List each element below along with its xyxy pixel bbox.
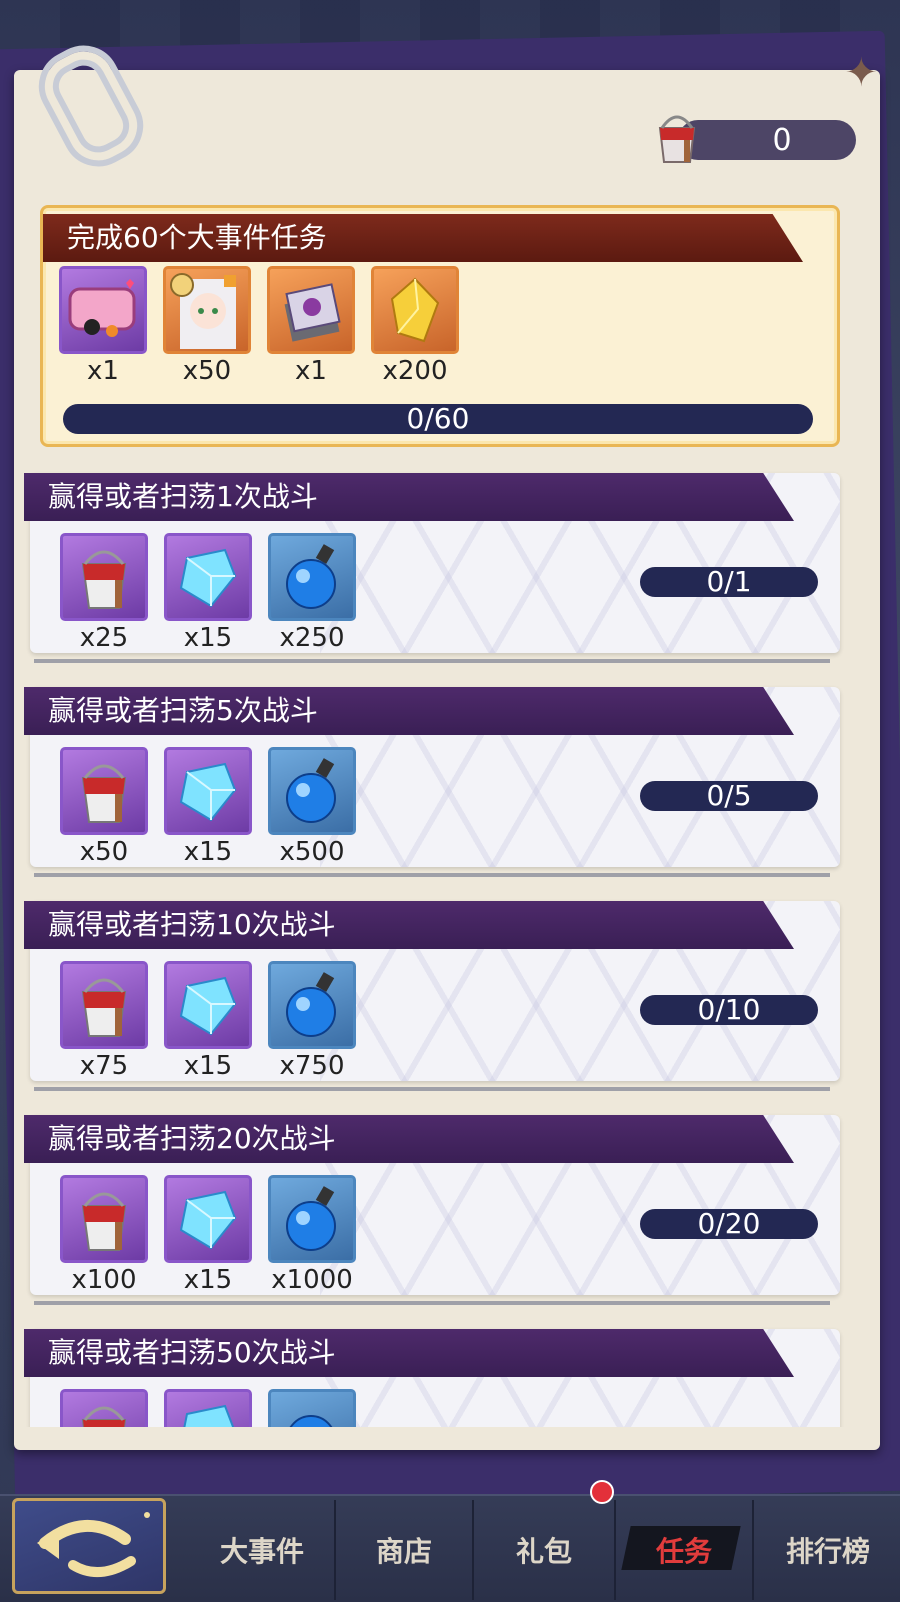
reward-qty: x15: [183, 837, 233, 867]
blue-crystal-icon: [164, 961, 252, 1049]
reward-qty: x50: [79, 837, 129, 867]
paint-bucket-icon: [658, 115, 696, 163]
reward-item[interactable]: x50: [163, 266, 251, 386]
character-shard-icon: [163, 266, 251, 354]
reward-item[interactable]: x1: [59, 266, 147, 386]
potion-flask-icon: [268, 747, 356, 835]
blue-crystal-icon: [164, 747, 252, 835]
main-task-rewards: x1 x50 x1 x200: [59, 266, 459, 386]
task-row: 赢得或者扫荡5次战斗 x50 x15 x500 0/5: [24, 687, 858, 883]
task-rewards: [60, 1389, 356, 1427]
reward-item[interactable]: x200: [371, 266, 459, 386]
task-rewards: x25 x15 x250: [60, 533, 356, 653]
reward-qty: x15: [183, 623, 233, 653]
task-list[interactable]: 完成60个大事件任务 x1 x50 x1 x200 0/60 赢得或者扫荡1次战…: [24, 205, 858, 1427]
reward-item[interactable]: x15: [164, 961, 252, 1081]
tab-tasks[interactable]: 任务: [614, 1500, 752, 1600]
reward-item[interactable]: [268, 1389, 356, 1427]
main-task-progress: 0/60: [63, 404, 813, 434]
reward-qty: x50: [182, 356, 232, 386]
task-title: 赢得或者扫荡1次战斗: [24, 473, 794, 521]
paint-bucket-icon: [60, 1389, 148, 1427]
task-row: 赢得或者扫荡10次战斗 x75 x15 x750 0/10: [24, 901, 858, 1097]
task-progress: 0/5: [640, 781, 818, 811]
reward-qty: x500: [279, 837, 345, 867]
reward-item[interactable]: x75: [60, 961, 148, 1081]
reward-qty: x100: [71, 1265, 137, 1295]
reward-qty: x1000: [271, 1265, 353, 1295]
reward-item[interactable]: x50: [60, 747, 148, 867]
currency-value: 0: [678, 120, 856, 160]
reward-qty: x750: [279, 1051, 345, 1081]
reward-qty: x75: [79, 1051, 129, 1081]
reward-item[interactable]: x250: [268, 533, 356, 653]
blue-crystal-icon: [164, 1175, 252, 1263]
divider: [34, 1087, 830, 1091]
reward-item[interactable]: x1000: [268, 1175, 356, 1295]
paint-bucket-icon: [60, 533, 148, 621]
divider: [34, 659, 830, 663]
reward-item[interactable]: x15: [164, 1175, 252, 1295]
potion-flask-icon: [268, 961, 356, 1049]
reward-item[interactable]: x500: [268, 747, 356, 867]
reward-qty: x250: [279, 623, 345, 653]
reward-item[interactable]: x15: [164, 747, 252, 867]
reward-item[interactable]: x25: [60, 533, 148, 653]
reward-item[interactable]: [60, 1389, 148, 1427]
card-pack-icon: [267, 266, 355, 354]
task-title: 赢得或者扫荡5次战斗: [24, 687, 794, 735]
paint-bucket-icon: [60, 961, 148, 1049]
back-button[interactable]: [12, 1498, 166, 1594]
paint-bucket-icon: [60, 1175, 148, 1263]
main-task-card: 完成60个大事件任务 x1 x50 x1 x200 0/60: [40, 205, 840, 447]
task-rewards: x100 x15 x1000: [60, 1175, 356, 1295]
potion-flask-icon: [268, 1389, 356, 1427]
back-arrow-icon: [37, 1512, 150, 1578]
task-title: 赢得或者扫荡50次战斗: [24, 1329, 794, 1377]
task-progress: 0/1: [640, 567, 818, 597]
reward-item[interactable]: x100: [60, 1175, 148, 1295]
reward-qty: x15: [183, 1051, 233, 1081]
reward-item[interactable]: x1: [267, 266, 355, 386]
tab-leaderboard[interactable]: 排行榜: [752, 1500, 900, 1600]
task-rewards: x75 x15 x750: [60, 961, 356, 1081]
tab-major-event[interactable]: 大事件: [192, 1500, 332, 1600]
divider: [34, 873, 830, 877]
gold-crystal-icon: [371, 266, 459, 354]
star-icon: ✦: [844, 50, 878, 96]
main-task-title: 完成60个大事件任务: [43, 214, 803, 262]
task-progress: 0/20: [640, 1209, 818, 1239]
tab-shop[interactable]: 商店: [334, 1500, 472, 1600]
task-row: 赢得或者扫荡20次战斗 x100 x15 x1000 0/20: [24, 1115, 858, 1311]
task-row: 赢得或者扫荡1次战斗 x25 x15 x250 0/1: [24, 473, 858, 669]
task-rewards: x50 x15 x500: [60, 747, 356, 867]
task-progress: 0/10: [640, 995, 818, 1025]
reward-item[interactable]: x15: [164, 533, 252, 653]
divider: [34, 1301, 830, 1305]
task-title: 赢得或者扫荡20次战斗: [24, 1115, 794, 1163]
potion-flask-icon: [268, 1175, 356, 1263]
reward-qty: x15: [183, 1265, 233, 1295]
reward-item[interactable]: x750: [268, 961, 356, 1081]
reward-item[interactable]: [164, 1389, 252, 1427]
notification-dot: [590, 1480, 614, 1504]
reward-qty: x200: [382, 356, 448, 386]
blue-crystal-icon: [164, 1389, 252, 1427]
task-row: 赢得或者扫荡50次战斗: [24, 1329, 858, 1427]
reward-qty: x25: [79, 623, 129, 653]
task-title: 赢得或者扫荡10次战斗: [24, 901, 794, 949]
paint-bucket-icon: [60, 747, 148, 835]
tab-gift-pack[interactable]: 礼包: [472, 1500, 614, 1600]
reward-qty: x1: [295, 356, 327, 386]
name-plate-icon: [59, 266, 147, 354]
blue-crystal-icon: [164, 533, 252, 621]
reward-qty: x1: [87, 356, 119, 386]
paint-bucket-currency: 0: [652, 115, 858, 163]
potion-flask-icon: [268, 533, 356, 621]
